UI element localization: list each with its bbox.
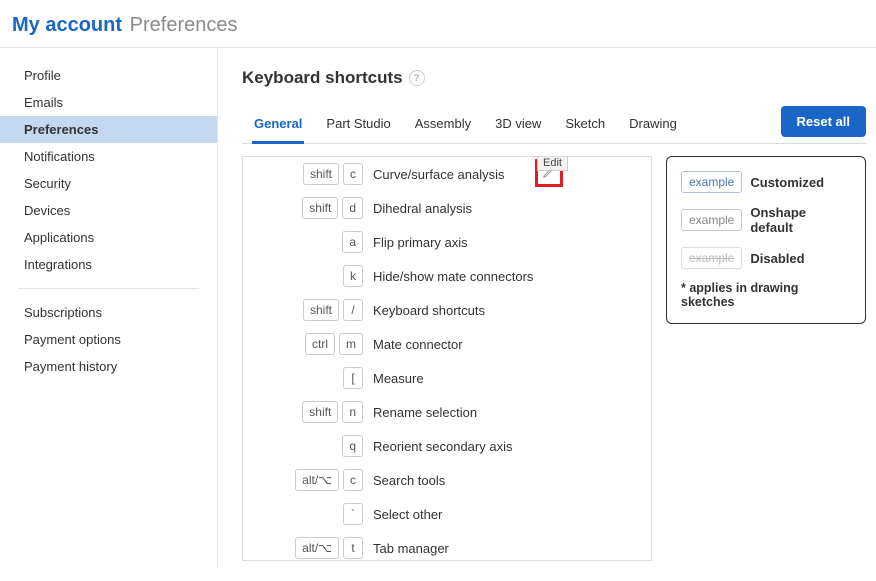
shortcut-row: q Reorient secondary axis (243, 429, 637, 463)
tab-drawing[interactable]: Drawing (617, 106, 689, 143)
sidebar-item-applications[interactable]: Applications (0, 224, 217, 251)
shortcut-row: ` Select other (243, 497, 637, 531)
legend-label-customized: Customized (750, 175, 824, 190)
shortcut-label: Measure (373, 371, 424, 386)
shortcut-keys: ` (243, 503, 363, 525)
shortcut-label: Hide/show mate connectors (373, 269, 533, 284)
legend-label-disabled: Disabled (750, 251, 804, 266)
shortcut-keys: alt/⌥c (243, 469, 363, 491)
legend-customized: example Customized (681, 171, 851, 193)
legend-disabled: example Disabled (681, 247, 851, 269)
key-c: c (343, 469, 363, 491)
shortcut-keys: k (243, 265, 363, 287)
shortcut-row: shiftn Rename selection (243, 395, 637, 429)
header-title-main[interactable]: My account (12, 14, 122, 36)
shortcut-keys: [ (243, 367, 363, 389)
legend-label-default: Onshape default (750, 205, 851, 235)
tab-3d-view[interactable]: 3D view (483, 106, 553, 143)
shortcut-keys: a (243, 231, 363, 253)
main-content: Keyboard shortcuts ? GeneralPart StudioA… (218, 48, 876, 568)
key-d: d (342, 197, 363, 219)
key-/: / (343, 299, 363, 321)
shortcut-label: Curve/surface analysis (373, 167, 505, 182)
key-q: q (342, 435, 363, 457)
sidebar-item-payment-history[interactable]: Payment history (0, 353, 217, 380)
legend-default: example Onshape default (681, 205, 851, 235)
sidebar-item-notifications[interactable]: Notifications (0, 143, 217, 170)
key-alt/⌥: alt/⌥ (295, 469, 339, 491)
header-title-sub: Preferences (130, 14, 238, 36)
key-ctrl: ctrl (305, 333, 335, 355)
legend-note: * applies in drawing sketches (681, 281, 851, 309)
tabs-row: GeneralPart StudioAssembly3D viewSketchD… (242, 106, 866, 144)
key-n: n (342, 401, 363, 423)
shortcut-row: k Hide/show mate connectors (243, 259, 637, 293)
tab-assembly[interactable]: Assembly (403, 106, 483, 143)
legend-chip-default: example (681, 209, 742, 231)
sidebar-item-payment-options[interactable]: Payment options (0, 326, 217, 353)
key-shift: shift (303, 163, 339, 185)
shortcut-label: Tab manager (373, 541, 449, 556)
shortcuts-panel: Edit shiftcCurve/surface analysisshiftdD… (242, 156, 652, 561)
sidebar-item-emails[interactable]: Emails (0, 89, 217, 116)
legend-chip-disabled: example (681, 247, 742, 269)
key-`: ` (343, 503, 363, 525)
key-alt/⌥: alt/⌥ (295, 537, 339, 559)
sidebar-item-profile[interactable]: Profile (0, 62, 217, 89)
shortcut-row: a Flip primary axis (243, 225, 637, 259)
key-shift: shift (303, 299, 339, 321)
sidebar-item-devices[interactable]: Devices (0, 197, 217, 224)
sidebar: ProfileEmailsPreferencesNotificationsSec… (0, 48, 218, 568)
sidebar-item-security[interactable]: Security (0, 170, 217, 197)
shortcut-row: alt/⌥c Search tools (243, 463, 637, 497)
sidebar-item-subscriptions[interactable]: Subscriptions (0, 299, 217, 326)
shortcut-keys: alt/⌥t (243, 537, 363, 559)
key-[: [ (343, 367, 363, 389)
shortcut-keys: shiftc (243, 163, 363, 185)
key-shift: shift (302, 197, 338, 219)
tab-sketch[interactable]: Sketch (553, 106, 617, 143)
help-icon[interactable]: ? (409, 70, 425, 86)
key-shift: shift (302, 401, 338, 423)
shortcut-label: Dihedral analysis (373, 201, 472, 216)
key-m: m (339, 333, 363, 355)
shortcut-label: Reorient secondary axis (373, 439, 512, 454)
shortcut-row: ctrlm Mate connector (243, 327, 637, 361)
shortcut-keys: ctrlm (243, 333, 363, 355)
shortcut-keys: shiftn (243, 401, 363, 423)
legend-chip-customized: example (681, 171, 742, 193)
reset-all-button[interactable]: Reset all (781, 106, 866, 137)
shortcut-row: [ Measure (243, 361, 637, 395)
shortcut-label: Search tools (373, 473, 445, 488)
key-a: a (342, 231, 363, 253)
shortcut-label: Mate connector (373, 337, 463, 352)
shortcut-row: shift/Keyboard shortcuts (243, 293, 637, 327)
shortcut-row: shiftc Curve/surface analysis (243, 157, 637, 191)
shortcut-label: Rename selection (373, 405, 477, 420)
shortcuts-scroll[interactable]: shiftcCurve/surface analysisshiftdDihedr… (243, 157, 651, 560)
key-t: t (343, 537, 363, 559)
key-c: c (343, 163, 363, 185)
shortcut-row: shiftd Dihedral analysis (243, 191, 637, 225)
sidebar-item-integrations[interactable]: Integrations (0, 251, 217, 278)
page-title: Keyboard shortcuts ? (242, 68, 866, 88)
legend-panel: example Customized example Onshape defau… (666, 156, 866, 324)
shortcut-keys: shift/ (243, 299, 363, 321)
sidebar-item-preferences[interactable]: Preferences (0, 116, 217, 143)
shortcut-label: Select other (373, 507, 442, 522)
tab-part-studio[interactable]: Part Studio (314, 106, 402, 143)
page-header: My account Preferences (0, 0, 876, 48)
shortcut-label: Flip primary axis (373, 235, 468, 250)
edit-tooltip: Edit (537, 156, 568, 171)
tab-general[interactable]: General (242, 106, 314, 143)
shortcut-label: Keyboard shortcuts (373, 303, 485, 318)
page-title-text: Keyboard shortcuts (242, 68, 403, 88)
shortcut-keys: q (243, 435, 363, 457)
shortcut-row: alt/⌥t Tab manager (243, 531, 637, 560)
key-k: k (343, 265, 363, 287)
shortcut-keys: shiftd (243, 197, 363, 219)
